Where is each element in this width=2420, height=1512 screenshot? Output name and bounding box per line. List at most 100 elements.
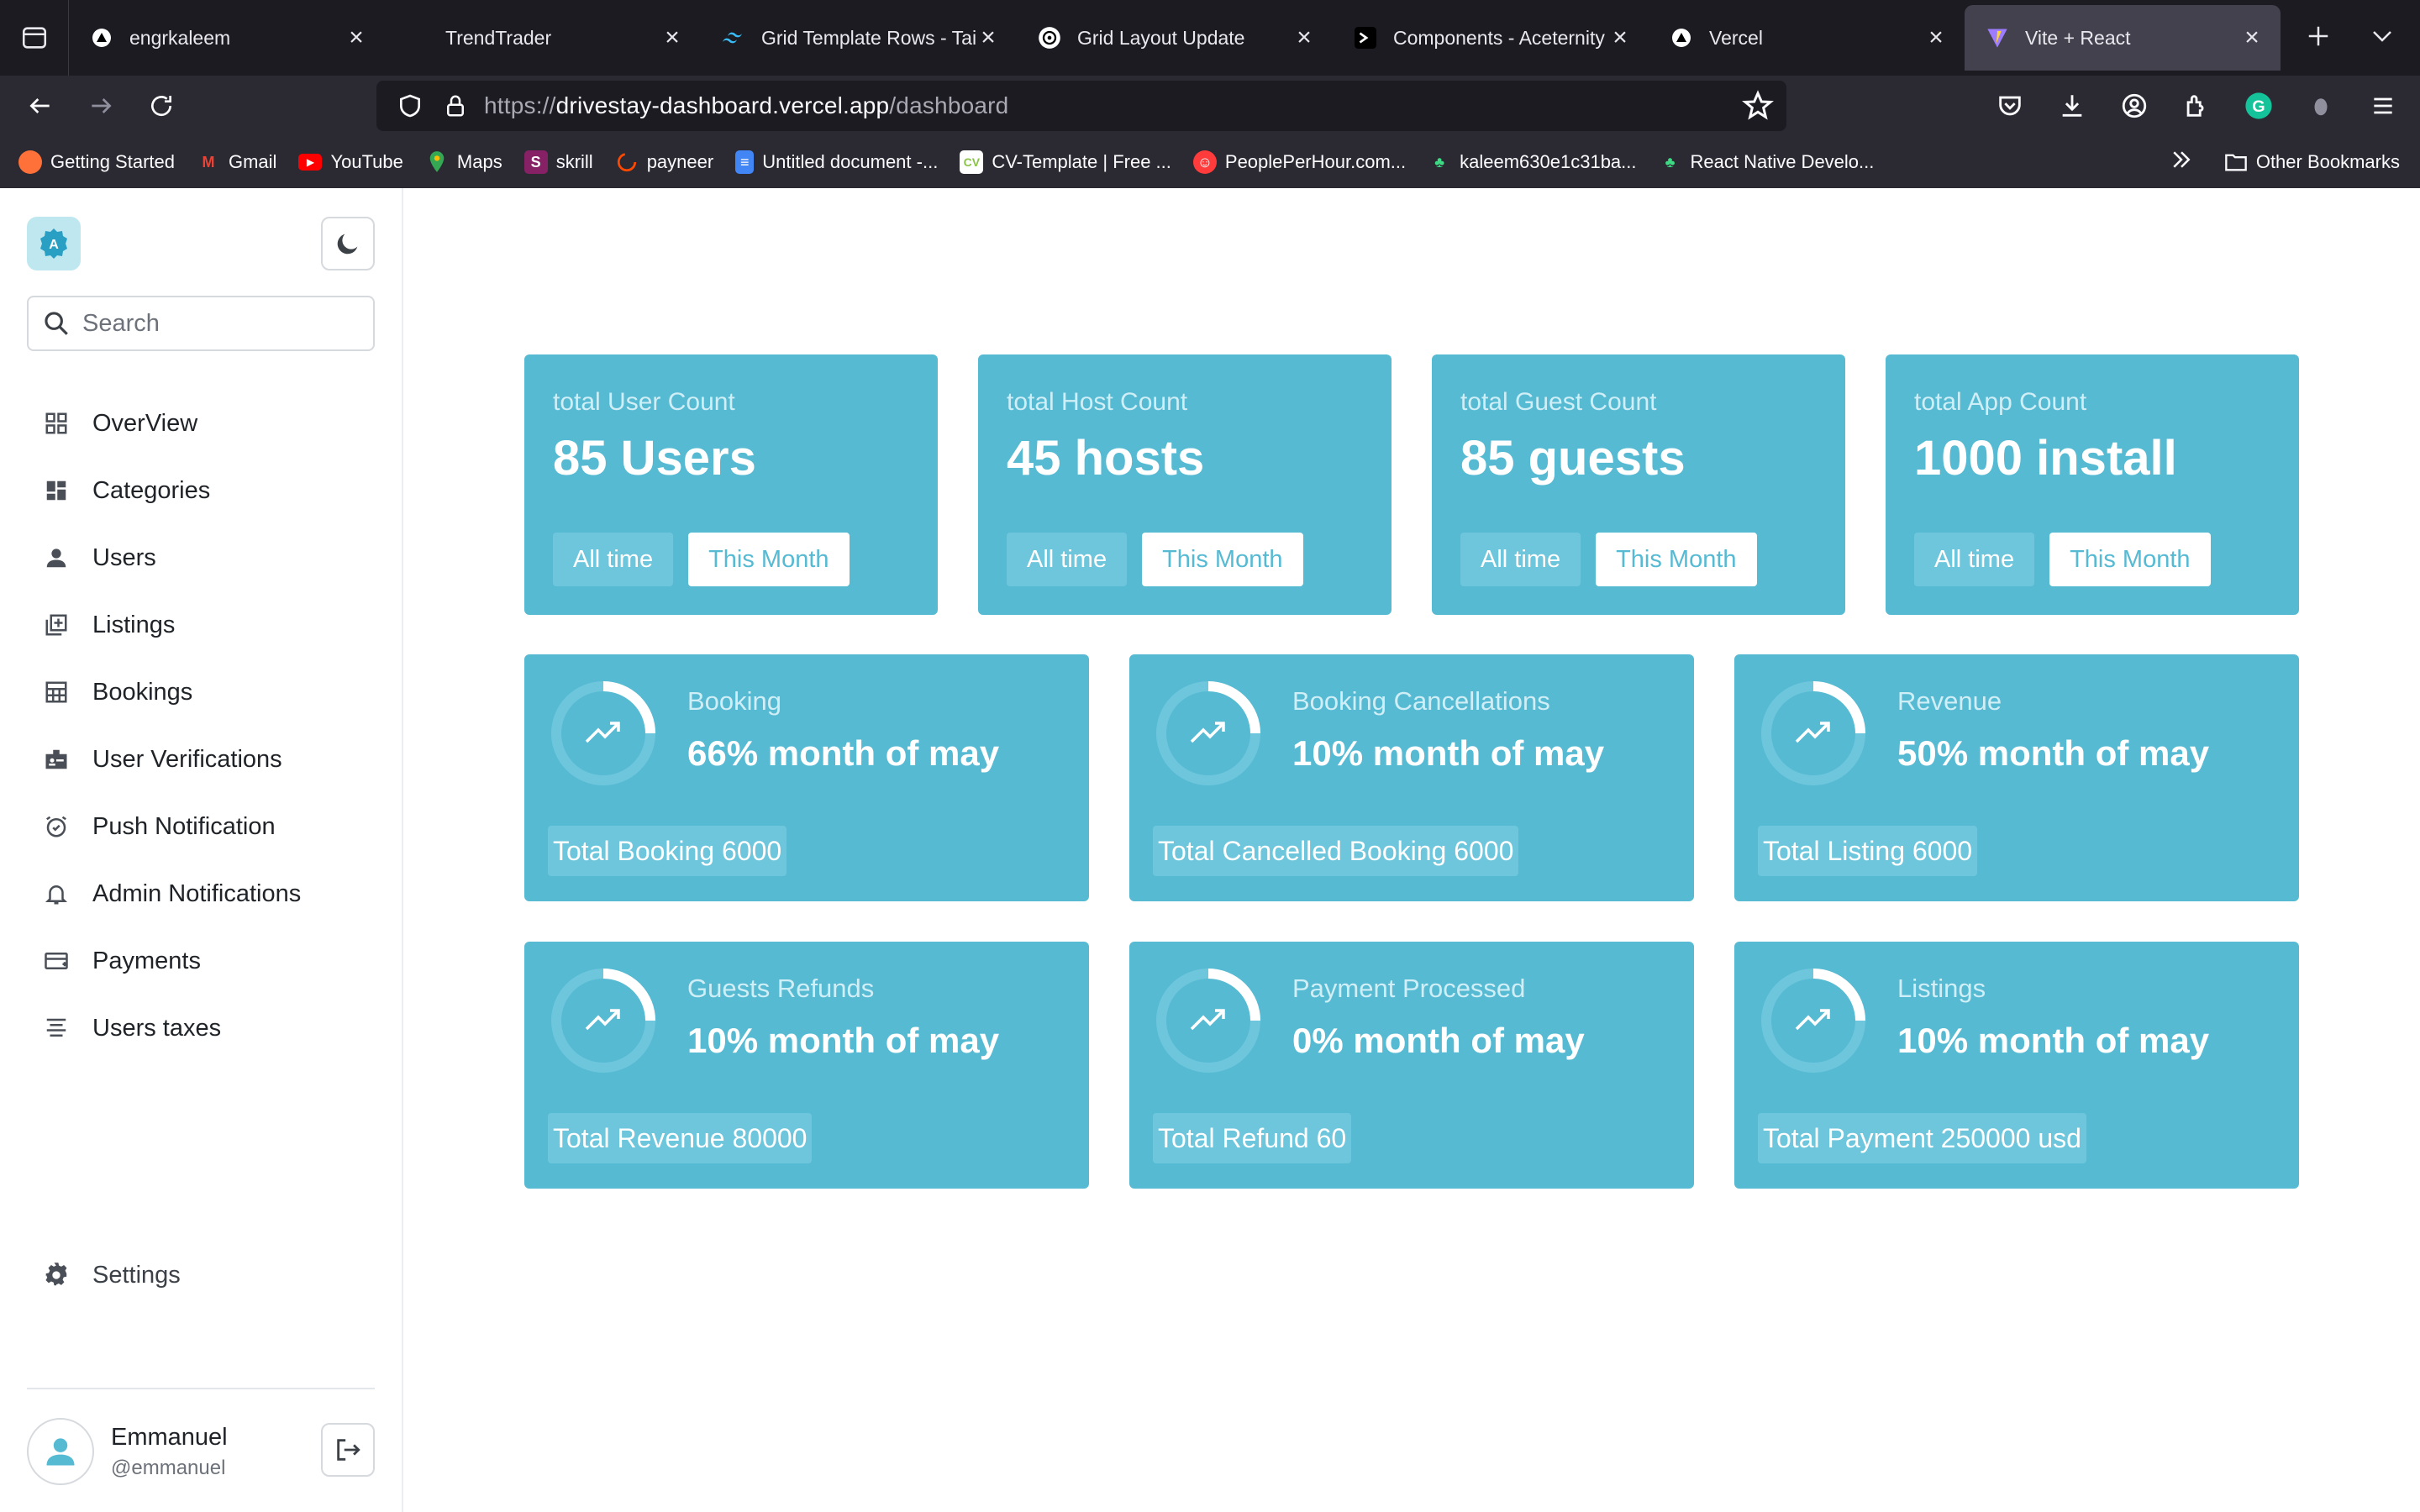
sidebar-item-label: Categories: [92, 476, 211, 504]
progress-card-listings: Listings 10% month of may Total Payment …: [1734, 942, 2299, 1189]
extension-alien-icon[interactable]: [2301, 86, 2341, 126]
calendar-grid-icon: [40, 676, 72, 708]
sidebar-item-label: Users: [92, 543, 156, 571]
url-host: drivestay-dashboard.vercel.app: [555, 92, 890, 118]
sidebar-item-payments[interactable]: Payments: [40, 927, 301, 995]
browser-tab[interactable]: Components - Aceternity ×: [1333, 5, 1649, 71]
hamburger-menu-icon[interactable]: [2363, 86, 2403, 126]
this-month-button[interactable]: This Month: [1596, 533, 1757, 586]
triangle-icon: [89, 25, 114, 50]
extensions-icon[interactable]: [2176, 86, 2217, 126]
search-input[interactable]: [82, 309, 351, 338]
close-icon[interactable]: ×: [1924, 24, 1948, 51]
bell-icon: [40, 878, 72, 910]
url-text[interactable]: https://drivestay-dashboard.vercel.app/d…: [484, 92, 1008, 119]
logout-button[interactable]: [321, 1423, 375, 1477]
grammarly-icon[interactable]: G: [2238, 86, 2279, 126]
back-arrow-icon[interactable]: [10, 76, 71, 136]
progress-label: Revenue: [1897, 686, 2002, 716]
sidebar-item-users[interactable]: Users: [40, 524, 301, 591]
search-box[interactable]: [27, 296, 375, 351]
sidebar-item-user-verifications[interactable]: User Verifications: [40, 726, 301, 793]
bookmark-item[interactable]: ▶ YouTube: [298, 151, 403, 173]
lock-icon[interactable]: [439, 89, 472, 123]
sidebar-item-overview[interactable]: OverView: [40, 390, 301, 457]
close-icon[interactable]: ×: [2240, 24, 2264, 51]
dashboard-main: total User Count 85 Users All time This …: [405, 188, 2420, 1512]
bookmark-item[interactable]: CV CV-Template | Free ...: [960, 150, 1171, 174]
cv-icon: CV: [960, 150, 984, 174]
close-icon[interactable]: ×: [976, 24, 1000, 51]
bookmark-item[interactable]: payneer: [615, 150, 713, 174]
star-icon[interactable]: [1741, 89, 1775, 127]
sidebar-item-categories[interactable]: Categories: [40, 457, 301, 524]
this-month-button[interactable]: This Month: [2049, 533, 2211, 586]
close-icon[interactable]: ×: [660, 24, 684, 51]
trending-up-icon: [1795, 1009, 1830, 1031]
chevron-double-right-icon[interactable]: [2169, 147, 2194, 177]
progress-card-revenue: Revenue 50% month of may Total Listing 6…: [1734, 654, 2299, 901]
this-month-button[interactable]: This Month: [688, 533, 850, 586]
browser-tab-bar: engrkaleem × TrendTrader × Grid Template…: [0, 0, 2420, 76]
firefox-icon: [18, 150, 42, 174]
bookmark-item[interactable]: ♣ React Native Develo...: [1659, 150, 1875, 174]
sidebar-item-label: Bookings: [92, 678, 193, 706]
close-icon[interactable]: ×: [1292, 24, 1316, 51]
pocket-icon[interactable]: [1990, 86, 2030, 126]
browser-tab-active[interactable]: Vite + React ×: [1965, 5, 2281, 71]
card-icon: [40, 945, 72, 977]
logout-icon: [337, 1439, 360, 1461]
this-month-button[interactable]: This Month: [1142, 533, 1303, 586]
bookmark-item[interactable]: Getting Started: [18, 150, 175, 174]
badge-icon: [40, 743, 72, 775]
bookmark-item[interactable]: ♣ kaleem630e1c31ba...: [1428, 150, 1636, 174]
trending-up-icon: [1190, 722, 1225, 743]
bookmark-item[interactable]: ☺ PeoplePerHour.com...: [1192, 150, 1407, 174]
user-handle: @emmanuel: [111, 1456, 226, 1479]
bookmark-item[interactable]: Maps: [425, 150, 502, 174]
reload-icon[interactable]: [131, 76, 192, 136]
avatar[interactable]: [27, 1418, 94, 1485]
browser-tab[interactable]: Grid Layout Update ×: [1017, 5, 1333, 71]
sidebar-item-settings[interactable]: Settings: [40, 1242, 181, 1309]
sidebar-item-admin-notifications[interactable]: Admin Notifications: [40, 860, 301, 927]
person-icon: [40, 542, 72, 574]
all-time-button[interactable]: All time: [1007, 533, 1128, 586]
browser-tab[interactable]: Grid Template Rows - Tai ×: [701, 5, 1017, 71]
bookmark-label: kaleem630e1c31ba...: [1460, 151, 1637, 172]
bookmark-label: Untitled document -...: [762, 151, 939, 172]
bookmark-item[interactable]: Sskrill: [523, 150, 593, 174]
bookmark-label: PeoplePerHour.com...: [1224, 151, 1407, 172]
sidebar-item-listings[interactable]: Listings: [40, 591, 301, 659]
sprout-icon: ♣: [1434, 153, 1445, 171]
url-bar[interactable]: https://drivestay-dashboard.vercel.app/d…: [376, 81, 1786, 131]
chevron-down-icon[interactable]: [2370, 24, 2395, 53]
browser-tab[interactable]: engrkaleem ×: [69, 5, 385, 71]
account-icon[interactable]: [2114, 86, 2154, 126]
new-tab-icon[interactable]: [2306, 24, 2331, 53]
sidebar-item-users-taxes[interactable]: Users taxes: [40, 995, 301, 1062]
bookmark-item[interactable]: ≡ Untitled document -...: [735, 150, 938, 174]
bookmark-label: Gmail: [228, 151, 277, 172]
all-time-button[interactable]: All time: [553, 533, 674, 586]
dashboard-icon: [40, 475, 72, 507]
tab-overview-icon[interactable]: [0, 0, 69, 76]
other-bookmarks[interactable]: Other Bookmarks: [2224, 150, 2400, 174]
theme-toggle-button[interactable]: [321, 217, 375, 270]
app-logo[interactable]: A: [27, 217, 81, 270]
close-icon[interactable]: ×: [345, 24, 368, 51]
browser-tab[interactable]: Vercel ×: [1649, 5, 1965, 71]
forward-arrow-icon[interactable]: [71, 76, 131, 136]
sprout-icon: ♣: [1665, 153, 1676, 171]
sidebar-item-bookings[interactable]: Bookings: [40, 659, 301, 726]
browser-tab[interactable]: TrendTrader ×: [385, 5, 701, 71]
bookmark-item[interactable]: M Gmail: [197, 150, 276, 174]
close-icon[interactable]: ×: [1608, 24, 1632, 51]
download-icon[interactable]: [2052, 86, 2092, 126]
all-time-button[interactable]: All time: [1914, 533, 2035, 586]
lines-icon: [40, 1012, 72, 1044]
stat-value: 85 guests: [1460, 431, 1686, 486]
all-time-button[interactable]: All time: [1460, 533, 1581, 586]
sidebar-item-push-notification[interactable]: Push Notification: [40, 793, 301, 860]
shield-icon[interactable]: [393, 89, 427, 123]
